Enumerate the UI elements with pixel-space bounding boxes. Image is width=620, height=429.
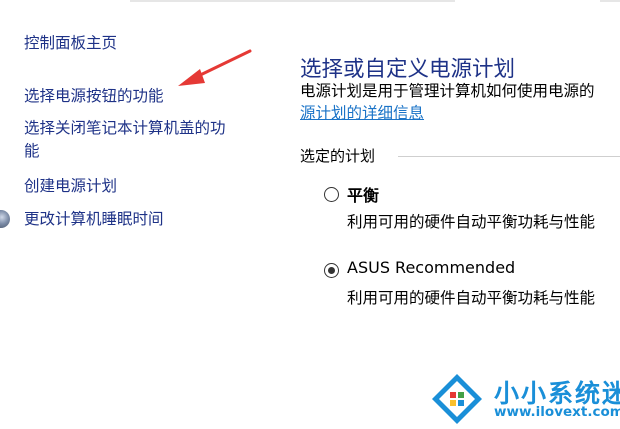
power-plan-details-link[interactable]: 源计划的详细信息 [300,101,424,123]
nav-change-sleep-time[interactable]: 更改计算机睡眠时间 [24,208,164,231]
selected-plan-group-label: 选定的计划 [300,147,376,165]
nav-choose-power-buttons[interactable]: 选择电源按钮的功能 [24,85,164,108]
group-divider [398,156,620,157]
nav-lid-label-line2: 能 [24,142,40,160]
shield-icon [0,210,10,228]
plan-asus-radio[interactable] [324,263,339,278]
annotation-arrow-icon [178,49,252,86]
page-description: 电源计划是用于管理计算机如何使用电源的 [300,82,595,100]
watermark-site-url: www.ilovext.com [494,404,620,420]
plan-asus-label[interactable]: ASUS Recommended [347,258,515,277]
main-content: 选择或自定义电源计划 电源计划是用于管理计算机如何使用电源的 源计划的详细信息 … [300,0,620,429]
nav-choose-lid-action[interactable]: 选择关闭笔记本计算机盖的功 能 [24,117,226,163]
nav-lid-label-line1: 选择关闭笔记本计算机盖的功 [24,119,226,137]
nav-create-power-plan[interactable]: 创建电源计划 [24,175,117,198]
nav-control-panel-home[interactable]: 控制面板主页 [24,32,117,55]
plan-asus-description: 利用可用的硬件自动平衡功耗与性能 [347,289,596,307]
plan-balanced-radio[interactable] [324,187,339,202]
watermark: 小小系统迷 www.ilovext.com [430,368,620,429]
plan-balanced-label[interactable]: 平衡 [347,182,379,206]
watermark-logo-icon [432,374,482,424]
left-nav-pane: 控制面板主页 选择电源按钮的功能 选择关闭笔记本计算机盖的功 能 创建电源计划 … [0,0,270,429]
plan-balanced-description: 利用可用的硬件自动平衡功耗与性能 [347,213,596,231]
